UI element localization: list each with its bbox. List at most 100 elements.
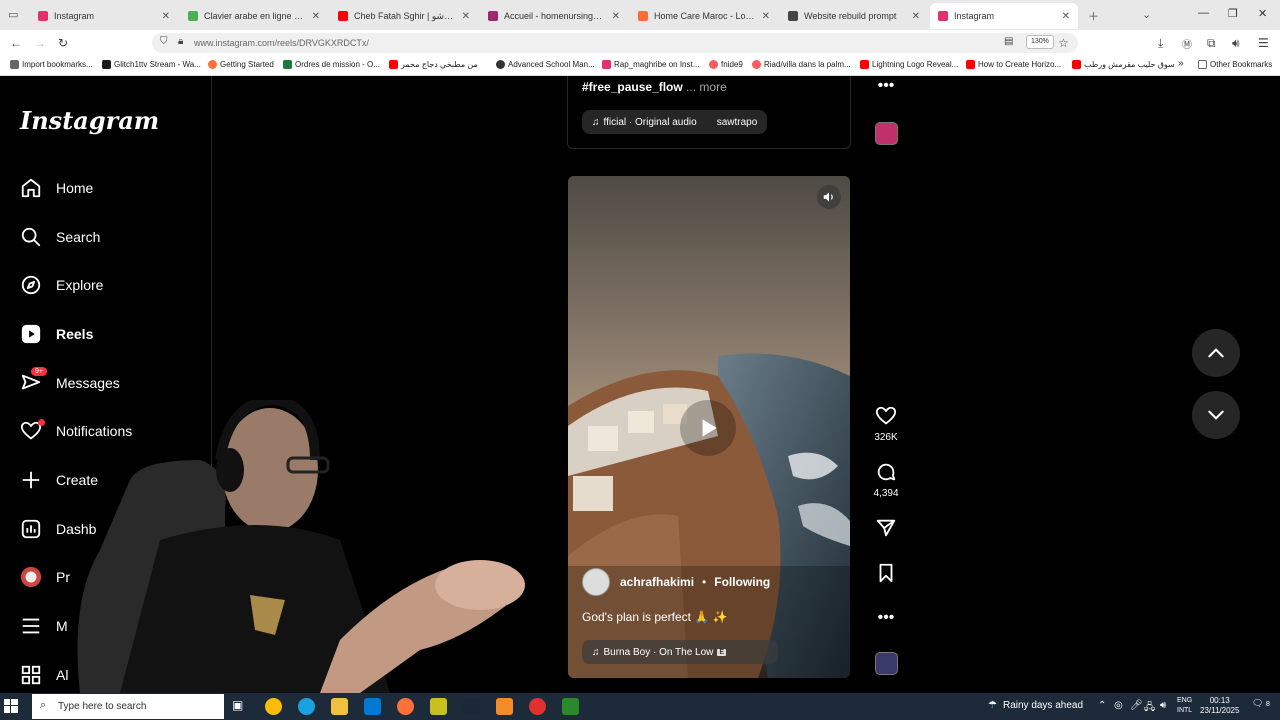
instagram-logo[interactable]: Instagram [20,106,159,135]
dashboard-icon [20,518,42,540]
download-icon[interactable]: ⤓ [1158,36,1163,51]
bookmark-label: Getting Started [220,60,274,69]
more-options-button[interactable]: ••• [866,610,906,626]
notes-app-icon[interactable] [430,698,447,715]
bookmark-ordres[interactable]: Ordres de mission - O... [283,60,380,69]
tray-overflow-icon[interactable]: ⌃ [1098,700,1106,711]
bookmark-airbnb-2[interactable]: Riad/villa dans la palm... [752,60,851,69]
reader-view-icon[interactable]: ▤ [1004,36,1013,47]
outlook-icon[interactable] [364,698,381,715]
comment-button[interactable]: 4,394 [866,461,906,499]
forward-icon[interactable]: → [34,36,46,50]
taskbar-search[interactable]: ⌕ Type here to search [32,694,224,719]
shield-icon[interactable]: ⛉ [160,36,168,47]
speaker-icon[interactable]: 🔊︎ [1232,36,1240,51]
like-button[interactable]: 326K [866,405,906,443]
url-field[interactable]: www.instagram.com/reels/DRVGKXRDCTx/ [152,33,1078,53]
previous-audio-pill[interactable]: ♫ fficial · Original audio sawtrapo [582,110,768,134]
bookmark-youtube-4[interactable]: سوق حليب مقرمش ورطب [1072,60,1175,69]
reel-hashtag[interactable]: #free_pause_flow ... more [582,80,727,94]
app-terminal-icon[interactable] [562,698,579,715]
bookmark-youtube-2[interactable]: Lightning Logo Reveal... [860,60,958,69]
tab-3[interactable]: Cheb Fatah Sghir | شابة شوشو ✕ [330,3,478,29]
task-view-icon[interactable]: ▣ [232,698,249,715]
zoom-level[interactable]: 130% [1026,35,1054,49]
close-icon[interactable]: ✕ [1062,11,1070,22]
more-link[interactable]: ... more [686,80,727,94]
audio-thumbnail-previous[interactable] [875,122,898,145]
obs-icon[interactable] [529,698,546,715]
unmute-button[interactable] [817,185,841,209]
volume-icon[interactable]: 🔊︎ [1160,700,1166,711]
minimize-icon[interactable]: — [1198,7,1209,19]
language-indicator[interactable]: ENG INTL [1177,696,1192,716]
taskbar-clock[interactable]: 00:13 23/11/2025 [1200,696,1239,716]
nav-home[interactable]: Home [20,173,93,203]
notification-center-button[interactable]: 🗨︎ 8 [1252,698,1270,709]
play-button[interactable] [680,400,736,456]
back-icon[interactable]: ← [10,36,22,50]
tray-app-icon[interactable]: ◎ [1114,700,1123,711]
nav-search[interactable]: Search [20,222,100,252]
bookmark-import[interactable]: Import bookmarks... [10,60,93,69]
network-icon[interactable]: 🖧︎ [1144,700,1155,717]
bookmark-school[interactable]: Advanced School Man... [496,60,595,69]
weather-widget[interactable]: ☂ Rainy days ahead [988,700,1083,711]
edge-icon[interactable] [298,698,315,715]
share-button[interactable] [866,517,906,539]
bookmark-label: من مطبخي دجاج محمر [401,60,478,69]
close-icon[interactable]: ✕ [162,11,170,22]
tab-actions-icon[interactable]: ▭ [8,8,18,21]
app-a-icon[interactable] [496,698,513,715]
youtube-icon [1072,60,1081,69]
menu-icon[interactable]: ☰ [1258,36,1269,50]
bookmark-glitch[interactable]: Glitch1ttv Stream - Wa... [102,60,201,69]
close-icon[interactable]: ✕ [462,11,470,22]
bookmarks-overflow-icon[interactable]: » [1178,58,1184,69]
tab-6[interactable]: Website rebuild prompt ✕ [780,3,928,29]
reload-icon[interactable]: ↻ [58,36,68,50]
nav-reels[interactable]: Reels [20,319,93,349]
firefox-icon[interactable] [397,698,414,715]
reel-audio-pill[interactable]: ♫ Burna Boy · On The Low E [582,640,778,664]
close-icon[interactable]: ✕ [312,11,320,22]
bookmark-instagram[interactable]: Rap_maghribe on Inst... [602,60,699,69]
star-icon[interactable]: ☆ [1058,36,1069,50]
new-tab-icon[interactable]: ＋ [1088,8,1099,24]
windows-start-icon[interactable] [4,699,18,718]
bookmark-youtube-1[interactable]: من مطبخي دجاج محمر [389,60,478,69]
author-avatar[interactable] [582,568,610,596]
previous-reel-button[interactable] [1192,329,1240,377]
profile-avatar [20,566,42,588]
author-username[interactable]: achrafhakimi [620,575,694,589]
chevron-down-icon[interactable]: ⌄ [1142,8,1151,21]
microphone-icon[interactable]: 🎤︎ [1130,700,1143,711]
nav-explore[interactable]: Explore [20,270,103,300]
following-button[interactable]: Following [714,575,770,589]
previous-more-button[interactable]: ••• [866,78,906,94]
tab-1[interactable]: Instagram ✕ [30,3,178,29]
save-button[interactable] [866,562,906,584]
chrome-icon[interactable] [265,698,282,715]
bookmark-youtube-3[interactable]: How to Create Horizo... [966,60,1061,69]
restore-icon[interactable]: ❐ [1228,7,1238,20]
next-reel-button[interactable] [1192,391,1240,439]
audio-user[interactable]: sawtrapo [717,117,758,128]
bookmark-other[interactable]: Other Bookmarks [1198,60,1272,69]
close-icon[interactable]: ✕ [912,11,920,22]
tab-5[interactable]: Home Care Maroc - Lovable ✕ [630,3,778,29]
bookmark-airbnb-1[interactable]: fnide9 [709,60,743,69]
steam-icon[interactable] [463,698,480,715]
bookmark-getting-started[interactable]: Getting Started [208,60,274,69]
audio-thumbnail[interactable] [875,652,898,675]
close-icon[interactable]: ✕ [762,11,770,22]
lock-icon[interactable]: 🔒︎ [178,36,183,47]
window-close-icon[interactable]: ✕ [1258,7,1267,20]
tab-2[interactable]: Clavier arabe en ligne - Lexilogo ✕ [180,3,328,29]
tab-4[interactable]: Accueil - homenursingmaroc ✕ [480,3,628,29]
tab-7-active[interactable]: Instagram ✕ [930,3,1078,29]
account-icon[interactable]: Ⓜ [1182,36,1192,51]
extensions-icon[interactable]: ⧉ [1207,36,1216,51]
close-icon[interactable]: ✕ [612,11,620,22]
file-explorer-icon[interactable] [331,698,348,715]
